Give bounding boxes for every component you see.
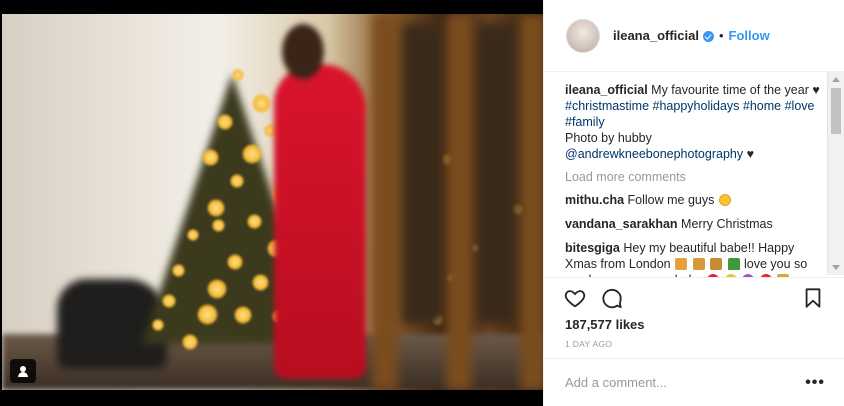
caption-author[interactable]: ileana_official — [565, 83, 648, 97]
hashtag-link[interactable]: #christmastime — [565, 99, 649, 113]
hashtag-link[interactable]: #family — [565, 115, 605, 129]
comment-username[interactable]: mithu.cha — [565, 193, 624, 207]
likes-count[interactable]: 187,577 likes — [565, 317, 645, 332]
add-comment-bar: ••• — [544, 358, 844, 406]
bokeh-light — [207, 279, 227, 299]
verified-badge-icon — [702, 31, 714, 42]
post-caption: ileana_official My favourite time of the… — [565, 82, 825, 162]
bokeh-light — [162, 294, 176, 308]
hashtag-link[interactable]: #home — [743, 99, 781, 113]
bokeh-light — [202, 149, 219, 166]
mention-link[interactable]: @andrewkneebonephotography — [565, 147, 743, 161]
photo-woman-red-dress — [262, 24, 382, 384]
bookmark-icon[interactable] — [802, 287, 824, 309]
heart-icon[interactable] — [564, 287, 586, 309]
post-actions — [544, 277, 844, 317]
list-item: bitesgiga Hey my beautiful babe!! Happy … — [565, 240, 825, 277]
hashtag-link[interactable]: #love — [785, 99, 815, 113]
caption-credit: Photo by hubby — [565, 131, 652, 145]
post-side-panel: ileana_official • Follow ileana_official… — [543, 0, 844, 406]
caption-end: ♥ — [746, 147, 755, 161]
separator-dot: • — [718, 28, 724, 43]
list-item: vandana_sarakhan Merry Christmas — [565, 216, 825, 232]
comment-username[interactable]: bitesgiga — [565, 241, 620, 255]
ellipsis-icon[interactable]: ••• — [805, 374, 825, 392]
caption-text: My favourite time of the year ♥ — [651, 83, 820, 97]
scroll-up-arrow-icon[interactable] — [832, 77, 840, 82]
bokeh-light — [212, 219, 225, 232]
post-header: ileana_official • Follow — [544, 0, 844, 72]
photo-door — [372, 14, 543, 390]
person-tag-icon[interactable] — [10, 359, 36, 383]
avatar[interactable] — [566, 18, 600, 53]
bokeh-light — [227, 254, 243, 270]
bokeh-light — [187, 229, 199, 241]
speech-bubble-icon[interactable] — [601, 287, 623, 309]
list-item: mithu.cha Follow me guys — [565, 192, 825, 208]
gift-emoji-icon — [675, 258, 688, 270]
bokeh-light — [152, 319, 164, 331]
load-more-comments-button[interactable]: Load more comments — [565, 170, 825, 184]
add-comment-input[interactable] — [565, 375, 806, 390]
post-timestamp[interactable]: 1 DAY AGO — [565, 339, 612, 349]
hashtag-link[interactable]: #happyholidays — [653, 99, 740, 113]
bokeh-light — [247, 214, 262, 229]
comment-username[interactable]: vandana_sarakhan — [565, 217, 678, 231]
post-photo[interactable] — [2, 14, 543, 390]
comment-text: Merry Christmas — [681, 217, 773, 231]
christmas-tree-emoji-icon — [727, 258, 740, 270]
comments-scrollbar[interactable] — [827, 72, 844, 275]
smiling-face-emoji-icon — [718, 194, 731, 206]
bokeh-light — [207, 199, 225, 217]
bokeh-light — [242, 144, 262, 164]
post-photo-area — [0, 0, 543, 406]
scrollbar-thumb[interactable] — [831, 88, 841, 134]
bokeh-light — [182, 334, 198, 350]
bokeh-light — [217, 114, 233, 130]
scroll-down-arrow-icon[interactable] — [832, 265, 840, 270]
party-popper-emoji-icon — [692, 258, 705, 270]
follow-button[interactable]: Follow — [729, 28, 770, 43]
comment-text: Follow me guys — [627, 193, 715, 207]
bokeh-light — [197, 304, 218, 325]
party-popper-emoji-icon — [710, 258, 723, 270]
bokeh-light — [234, 306, 252, 324]
author-username[interactable]: ileana_official — [613, 28, 699, 43]
bokeh-light — [172, 264, 185, 277]
bokeh-light — [232, 69, 244, 81]
bokeh-light — [230, 174, 244, 188]
comments-list[interactable]: ileana_official My favourite time of the… — [544, 72, 844, 277]
instagram-post-modal: ileana_official • Follow ileana_official… — [0, 0, 844, 406]
